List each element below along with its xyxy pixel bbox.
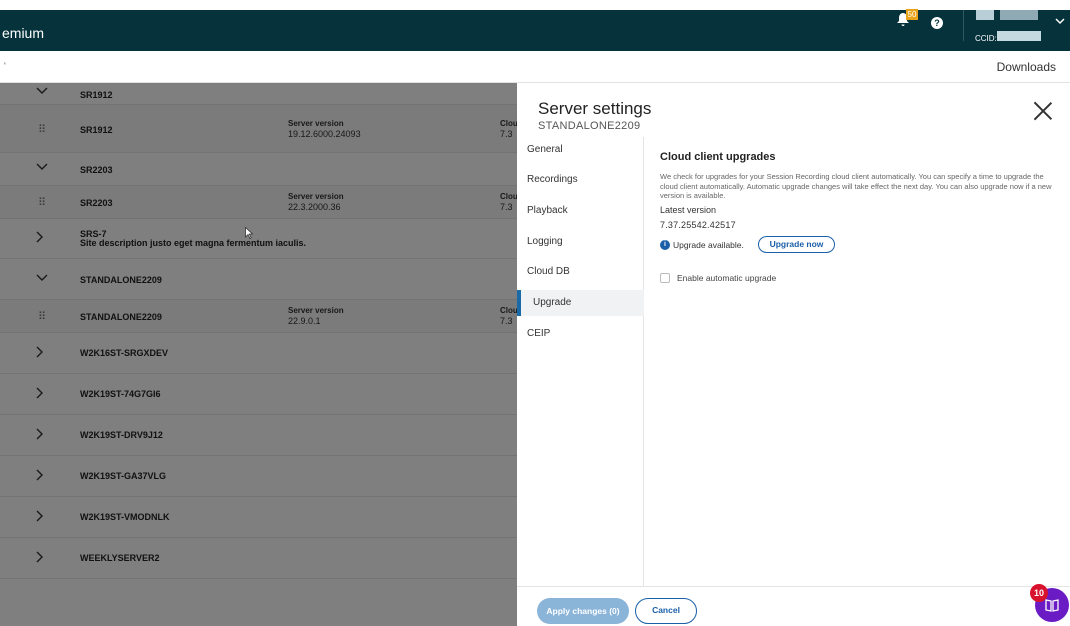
section-description: We check for upgrades for your Session R… — [660, 172, 1052, 200]
close-icon[interactable] — [1033, 101, 1053, 121]
help-icon[interactable]: ? — [931, 17, 943, 29]
redacted-ccid-value — [997, 31, 1041, 41]
sub-toolbar: ' Downloads — [0, 51, 1070, 83]
downloads-link[interactable]: Downloads — [997, 60, 1056, 74]
upgrade-now-button[interactable]: Upgrade now — [758, 235, 835, 253]
panel-title: Server settings — [538, 99, 652, 118]
auto-upgrade-checkbox[interactable] — [660, 272, 670, 283]
settings-nav: General Recordings Playback Logging Clou… — [517, 137, 644, 586]
auto-upgrade-option[interactable]: Enable automatic upgrade — [660, 272, 1060, 284]
apply-changes-button[interactable]: Apply changes (0) — [537, 598, 629, 624]
panel-subtitle: STANDALONE2209 — [538, 120, 641, 132]
latest-version-value: 7.37.25542.42517 — [660, 219, 736, 230]
auto-upgrade-label[interactable]: Enable automatic upgrade — [677, 273, 776, 283]
redacted-org-name-2 — [1000, 10, 1038, 20]
modal-overlay[interactable] — [0, 83, 517, 626]
nav-item-upgrade[interactable]: Upgrade — [517, 290, 644, 316]
nav-item-logging[interactable]: Logging — [517, 229, 644, 255]
breadcrumb-fragment: ' — [4, 61, 6, 71]
latest-version-label: Latest version — [660, 204, 717, 215]
notification-count-badge: 50 — [906, 9, 918, 20]
upgrade-section: Cloud client upgrades We check for upgra… — [660, 151, 1060, 284]
ccid-label: CCID: — [975, 34, 997, 43]
upgrade-status-line: i Upgrade available. Upgrade now — [660, 235, 1060, 253]
redacted-org-name — [976, 10, 994, 20]
account-chevron-down-icon[interactable] — [1055, 16, 1065, 28]
guide-count-badge: 10 — [1030, 584, 1048, 602]
nav-item-cloud-db[interactable]: Cloud DB — [517, 259, 644, 285]
upgrade-available-text: Upgrade available. — [673, 239, 744, 250]
nav-item-general[interactable]: General — [517, 137, 644, 163]
nav-item-recordings[interactable]: Recordings — [517, 167, 644, 193]
brand-title: emium — [2, 25, 45, 41]
nav-item-ceip[interactable]: CEIP — [517, 321, 644, 347]
mouse-cursor-icon — [245, 226, 254, 242]
info-icon: i — [660, 239, 670, 250]
header-divider — [963, 10, 964, 41]
panel-footer: Apply changes (0) Cancel — [517, 586, 1070, 626]
nav-item-playback[interactable]: Playback — [517, 198, 644, 224]
cancel-button[interactable]: Cancel — [635, 598, 697, 624]
section-title: Cloud client upgrades — [660, 151, 776, 163]
account-menu[interactable]: CCID: — [975, 10, 1047, 43]
server-settings-panel: Server settings STANDALONE2209 General R… — [517, 83, 1070, 626]
